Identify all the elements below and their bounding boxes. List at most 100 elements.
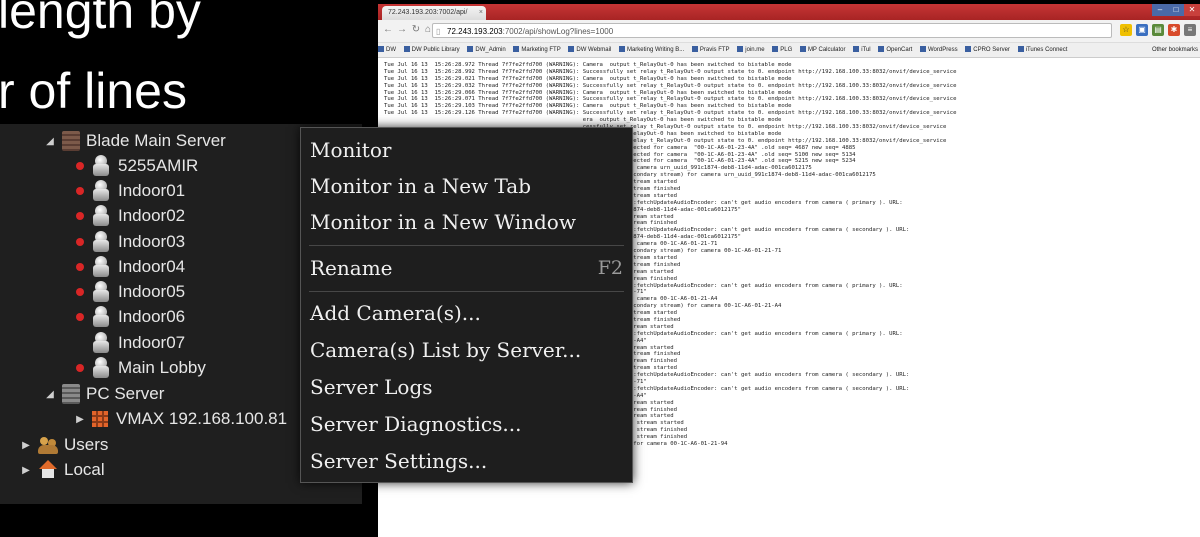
tree-item-camera[interactable]: 5255AMIR [76, 154, 198, 178]
tree-item-users[interactable]: ▶ Users [20, 433, 108, 457]
camera-icon [92, 306, 110, 328]
bookmark-item[interactable]: WordPress [920, 43, 958, 57]
tree-item-camera[interactable]: Indoor02 [76, 204, 185, 228]
log-line: Tue Jul 16 13 15:26:29.021 Thread 7f7fe2… [384, 75, 792, 82]
expand-arrow-icon[interactable]: ▶ [20, 465, 32, 476]
recording-dot-icon [76, 364, 84, 372]
tree-item-camera[interactable]: Indoor03 [76, 230, 185, 254]
bookmark-icon [853, 46, 860, 52]
reload-icon[interactable]: ↻ [410, 24, 422, 35]
bookmark-item[interactable]: MP Calculator [799, 43, 846, 57]
camera-icon [92, 155, 110, 177]
camera-icon [92, 205, 110, 227]
address-bar[interactable]: ▯ 72.243.193.203:7002/api/showLog?lines=… [432, 23, 1112, 38]
browser-tab-title: 72.243.193.203:7002/api/ [388, 9, 468, 16]
bookmark-item[interactable]: Marketing FTP [513, 43, 561, 57]
camera-icon [92, 180, 110, 202]
menu-item-rename[interactable]: Rename [310, 254, 623, 282]
bookmark-item[interactable]: DW Webmail [568, 43, 611, 57]
recording-dot-icon [76, 288, 84, 296]
extension-icon[interactable]: ▣ [1136, 24, 1148, 36]
bookmark-icon [691, 46, 698, 52]
close-icon[interactable]: × [479, 6, 483, 20]
camera-icon [92, 231, 110, 253]
tree-item-pc-server[interactable]: ◢ PC Server [44, 382, 164, 406]
log-line: Tue Jul 16 13 15:26:29.071 Thread 7f7fe2… [384, 96, 957, 103]
menu-item-monitor-new-tab[interactable]: Monitor in a New Tab [310, 172, 531, 200]
back-icon[interactable]: ← [382, 24, 394, 35]
log-line: Tue Jul 16 13 15:26:28.972 Thread 7f7fe2… [384, 62, 792, 68]
url-path: :7002/api/showLog?lines=1000 [502, 27, 614, 36]
menu-item-monitor[interactable]: Monitor [310, 136, 391, 164]
context-menu: Monitor Monitor in a New Tab Monitor in … [300, 127, 633, 483]
menu-item-server-diagnostics[interactable]: Server Diagnostics... [310, 410, 521, 438]
close-window-icon[interactable]: ✕ [1184, 4, 1200, 16]
tree-item-camera[interactable]: Indoor06 [76, 305, 185, 329]
log-line: Tue Jul 16 13 15:26:29.066 Thread 7f7fe2… [384, 89, 792, 96]
browser-tabbar: 72.243.193.203:7002/api/ × – □ ✕ [378, 4, 1200, 20]
extension-icon[interactable]: ✱ [1168, 24, 1180, 36]
bookmark-icon [772, 46, 779, 52]
log-line: Tue Jul 16 13 15:26:29.032 Thread 7f7fe2… [384, 82, 957, 89]
menu-item-monitor-new-window[interactable]: Monitor in a New Window [310, 208, 576, 236]
bookmark-item[interactable]: Pravis FTP [691, 43, 730, 57]
star-icon[interactable]: ☆ [1120, 24, 1132, 36]
rename-shortcut: F2 [597, 257, 623, 279]
server-icon [62, 131, 80, 151]
slide-title-line2: r of lines [0, 63, 187, 119]
menu-separator [309, 291, 624, 292]
recording-dot-icon [76, 162, 84, 170]
menu-item-add-cameras[interactable]: Add Camera(s)... [310, 299, 481, 327]
extension-icons: ☆ ▣ ▤ ✱ ≡ [1120, 24, 1196, 36]
tree-item-camera[interactable]: Indoor07 [76, 331, 185, 355]
expand-arrow-icon[interactable]: ▶ [20, 440, 32, 451]
tree-item-vmax[interactable]: ▶ VMAX 192.168.100.81 [74, 407, 287, 431]
bookmark-icon [513, 46, 520, 52]
bookmark-item[interactable]: Marketing Writing B... [618, 43, 684, 57]
recording-dot-icon [76, 212, 84, 220]
tree-item-camera[interactable]: Main Lobby [76, 356, 206, 380]
forward-icon[interactable]: → [396, 24, 408, 35]
recording-dot-icon [76, 263, 84, 271]
window-controls: – □ ✕ [1152, 4, 1200, 16]
browser-tab[interactable]: 72.243.193.203:7002/api/ × [382, 6, 486, 20]
bookmark-icon [568, 46, 575, 52]
bookmark-icon [737, 46, 744, 52]
maximize-icon[interactable]: □ [1168, 4, 1184, 16]
tree-item-local[interactable]: ▶ Local [20, 458, 105, 482]
minimize-icon[interactable]: – [1152, 4, 1168, 16]
menu-item-camera-list-by-server[interactable]: Camera(s) List by Server... [310, 336, 581, 364]
bookmark-item[interactable]: OpenCart [878, 43, 912, 57]
camera-icon [92, 332, 110, 354]
bookmark-item[interactable]: DW_Admin [467, 43, 506, 57]
other-bookmarks[interactable]: Other bookmarks [1147, 43, 1198, 57]
bookmark-item[interactable]: PLG [772, 43, 792, 57]
slide-title-line1: length by [0, 0, 201, 39]
bookmark-item[interactable]: join.me [737, 43, 765, 57]
menu-icon[interactable]: ≡ [1184, 24, 1196, 36]
camera-icon [92, 281, 110, 303]
menu-item-server-logs[interactable]: Server Logs [310, 373, 433, 401]
grid-icon [92, 411, 108, 427]
bookmark-item[interactable]: CPRO Server [965, 43, 1010, 57]
tree-item-camera[interactable]: Indoor04 [76, 255, 185, 279]
log-line: Tue Jul 16 13 15:26:29.103 Thread 7f7fe2… [384, 103, 792, 110]
tree-item-blade-main-server[interactable]: ◢ Blade Main Server [44, 129, 226, 153]
bookmark-icon [403, 46, 410, 52]
bookmark-item[interactable]: DW [378, 43, 396, 57]
expand-arrow-icon[interactable]: ▶ [74, 414, 86, 425]
bookmark-item[interactable]: iTunes Connect [1017, 43, 1067, 57]
log-line: era output t_RelayOut-0 has been switche… [384, 117, 782, 124]
collapse-arrow-icon[interactable]: ◢ [44, 389, 56, 400]
recording-dot-icon [76, 238, 84, 246]
browser-navbar: ← → ↻ ⌂ ▯ 72.243.193.203:7002/api/showLo… [378, 20, 1200, 43]
recording-dot-icon [76, 313, 84, 321]
bookmark-icon [920, 46, 926, 52]
bookmark-item[interactable]: DW Public Library [403, 43, 460, 57]
tree-item-camera[interactable]: Indoor05 [76, 280, 185, 304]
tree-item-camera[interactable]: Indoor01 [76, 179, 185, 203]
extension-icon[interactable]: ▤ [1152, 24, 1164, 36]
bookmark-item[interactable]: iTul [853, 43, 871, 57]
collapse-arrow-icon[interactable]: ◢ [44, 136, 56, 147]
menu-item-server-settings[interactable]: Server Settings... [310, 447, 487, 475]
